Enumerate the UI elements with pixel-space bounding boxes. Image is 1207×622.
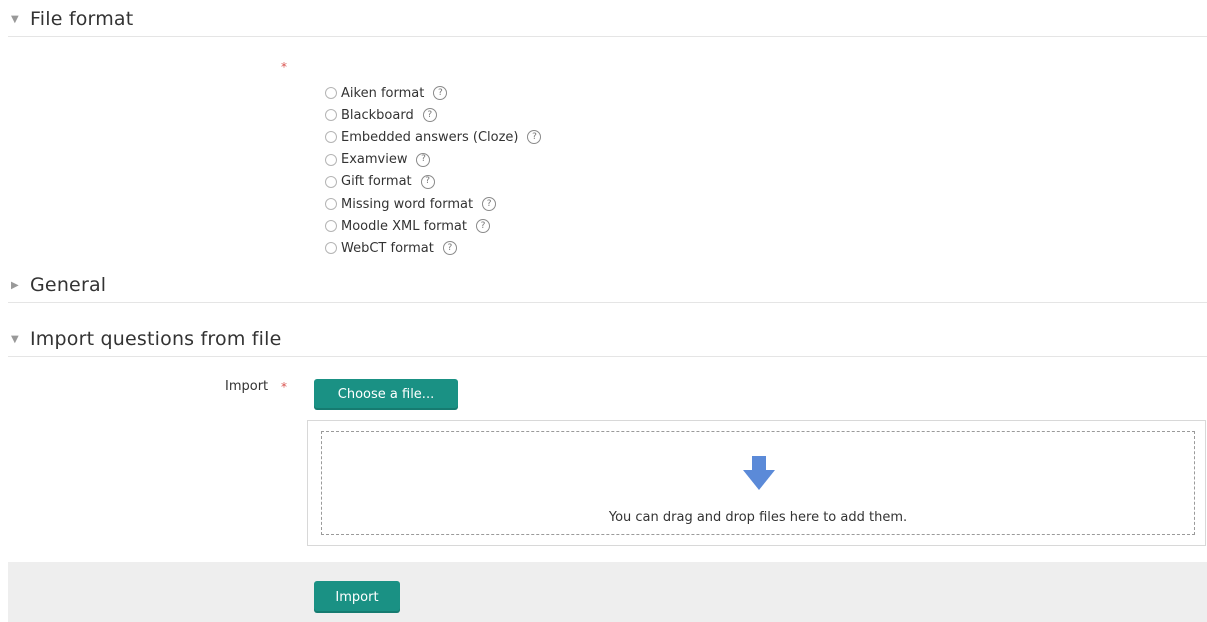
form-footer: Import [8, 562, 1207, 622]
radio-button[interactable] [325, 131, 337, 144]
radio-option-cloze[interactable]: Embedded answers (Cloze) ? [325, 126, 542, 148]
radio-label[interactable]: WebCT format [341, 241, 434, 256]
drop-zone[interactable]: You can drag and drop files here to add … [321, 431, 1195, 535]
section-title-general[interactable]: General [30, 274, 106, 296]
radio-button[interactable] [325, 220, 337, 233]
help-icon[interactable]: ? [433, 86, 448, 101]
down-arrow-icon [743, 456, 775, 490]
radio-label[interactable]: Blackboard [341, 108, 414, 123]
required-marker: * [281, 60, 287, 74]
radio-label[interactable]: Missing word format [341, 197, 473, 212]
file-format-radio-group: Aiken format ? Blackboard ? Embedded ans… [325, 82, 542, 260]
import-field-label: Import [225, 379, 269, 394]
radio-button[interactable] [325, 153, 337, 166]
section-title-file-format[interactable]: File format [30, 8, 133, 30]
help-icon[interactable]: ? [442, 241, 457, 256]
collapse-caret-icon[interactable]: ▼ [8, 334, 30, 345]
section-title-import-from-file[interactable]: Import questions from file [30, 328, 282, 350]
radio-button[interactable] [325, 198, 337, 211]
help-icon[interactable]: ? [420, 174, 435, 189]
file-drop-area[interactable]: You can drag and drop files here to add … [307, 420, 1206, 546]
radio-option-moodle-xml[interactable]: Moodle XML format ? [325, 215, 541, 237]
drop-instructions: You can drag and drop files here to add … [608, 510, 908, 525]
help-icon[interactable]: ? [527, 130, 542, 145]
radio-label[interactable]: Moodle XML format [341, 219, 467, 234]
import-submit-button[interactable]: Import [314, 581, 400, 613]
section-header-import-from-file[interactable]: ▼ Import questions from file [8, 322, 1207, 357]
choose-file-button[interactable]: Choose a file... [314, 379, 458, 410]
radio-option-gift[interactable]: Gift format ? [325, 171, 541, 193]
radio-option-aiken[interactable]: Aiken format ? [325, 82, 541, 104]
section-header-general[interactable]: ▶ General [8, 268, 1207, 303]
radio-option-examview[interactable]: Examview ? [325, 149, 541, 171]
collapse-caret-icon[interactable]: ▼ [8, 14, 30, 25]
required-marker: * [281, 380, 287, 394]
radio-option-missing-word[interactable]: Missing word format ? [325, 193, 541, 215]
section-header-file-format[interactable]: ▼ File format [8, 2, 1207, 37]
help-icon[interactable]: ? [422, 108, 437, 123]
radio-button[interactable] [325, 87, 337, 100]
help-icon[interactable]: ? [476, 219, 490, 234]
radio-button[interactable] [325, 175, 337, 188]
help-icon[interactable]: ? [482, 197, 497, 212]
expand-caret-icon[interactable]: ▶ [8, 280, 30, 291]
radio-label[interactable]: Gift format [341, 174, 412, 189]
help-icon[interactable]: ? [416, 152, 431, 167]
radio-button[interactable] [325, 109, 337, 122]
radio-option-webct[interactable]: WebCT format ? [325, 237, 541, 259]
radio-label[interactable]: Examview [341, 152, 407, 167]
radio-button[interactable] [325, 242, 337, 255]
radio-option-blackboard[interactable]: Blackboard ? [325, 104, 541, 126]
radio-label[interactable]: Aiken format [341, 86, 424, 101]
radio-label[interactable]: Embedded answers (Cloze) [341, 130, 518, 145]
